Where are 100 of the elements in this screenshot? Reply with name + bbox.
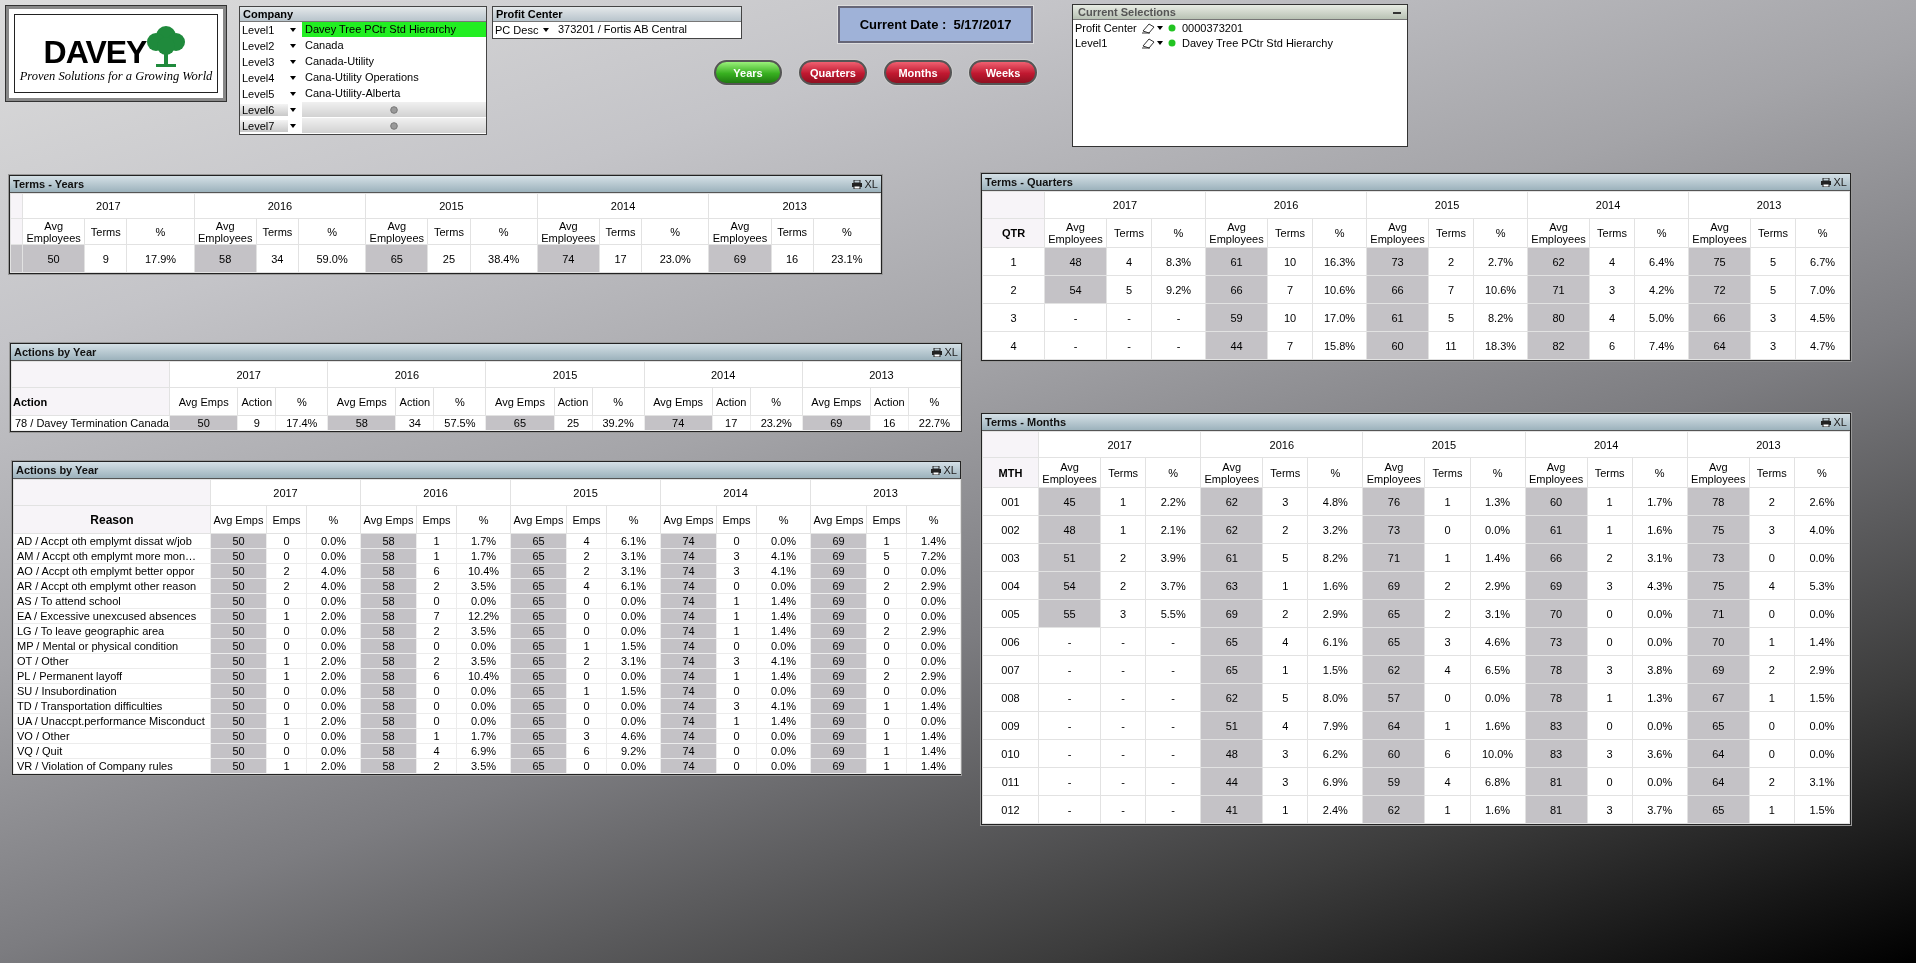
column-header: 2017: [22, 193, 195, 219]
table-cell: 72: [1688, 275, 1751, 304]
table-cell: 69: [1200, 599, 1263, 628]
empty-value-cell[interactable]: [302, 118, 486, 133]
listbox-value[interactable]: Davey Tree PCtr Std Hierarchy: [302, 22, 486, 37]
table-cell: 0.0%: [306, 743, 361, 759]
export-button[interactable]: XL: [864, 178, 878, 190]
table-cell: 6.1%: [1307, 627, 1363, 656]
column-header: 2013: [1688, 191, 1850, 219]
row-label: 001: [982, 487, 1039, 516]
column-header: 2014: [537, 193, 709, 219]
column-header: Avg Employees: [1362, 457, 1425, 488]
table-cell: 1: [266, 758, 307, 774]
table-cell: 0: [866, 593, 907, 609]
table-cell: 0.0%: [1470, 515, 1526, 544]
column-header: %: [306, 505, 361, 534]
table-cell: 55: [1038, 599, 1101, 628]
table-cell: -: [1145, 683, 1201, 712]
table-cell: 0: [566, 608, 607, 624]
table-cell: 4: [1589, 247, 1635, 276]
export-button[interactable]: XL: [1833, 416, 1847, 428]
table-cell: 7.4%: [1634, 331, 1689, 360]
table-cell: 22.7%: [908, 415, 961, 431]
table-cell: 0.0%: [906, 713, 961, 729]
table-cell: 1.7%: [1632, 487, 1688, 516]
column-header: Action: [554, 387, 593, 416]
table-cell: 0.0%: [906, 563, 961, 579]
column-header: %: [1473, 218, 1528, 248]
column-header: 2017: [1038, 431, 1201, 458]
listbox-value[interactable]: Canada-Utility: [302, 54, 486, 69]
table-cell: 0: [416, 593, 457, 609]
column-header: 2015: [510, 479, 661, 506]
table-cell: 3: [716, 548, 757, 564]
table-cell: 1: [1587, 487, 1633, 516]
table-cell: 1: [716, 623, 757, 639]
listbox-value[interactable]: 373201 / Fortis AB Central: [555, 22, 741, 37]
table-cell: 2: [1100, 543, 1146, 572]
table-cell: 6: [416, 563, 457, 579]
table-cell: 2.6%: [1794, 487, 1850, 516]
table-cell: 2.7%: [1473, 247, 1528, 276]
table-cell: 0.0%: [1632, 767, 1688, 796]
export-button[interactable]: XL: [943, 464, 957, 476]
period-button[interactable]: Quarters: [799, 60, 867, 85]
column-header: Terms: [1267, 218, 1313, 248]
export-button[interactable]: XL: [1833, 176, 1847, 188]
table-cell: 6.8%: [1470, 767, 1526, 796]
table-cell: 0.0%: [306, 698, 361, 714]
table-cell: 45: [1038, 487, 1101, 516]
table-cell: 0: [866, 638, 907, 654]
listbox-title: Profit Center: [493, 7, 741, 22]
export-button[interactable]: XL: [944, 346, 958, 358]
table-cell: 17.0%: [1312, 303, 1367, 332]
table-cell: 2: [1749, 487, 1795, 516]
table-cell: 1: [866, 698, 907, 714]
column-header: Terms: [1749, 457, 1795, 488]
table-cell: 1.4%: [1470, 543, 1526, 572]
column-header: Avg Employees: [1038, 457, 1101, 488]
table-cell: 1.4%: [756, 713, 811, 729]
table-cell: 3: [1262, 767, 1308, 796]
table-cell: 65: [1200, 655, 1263, 684]
table-cell: 80: [1527, 303, 1590, 332]
table-cell: -: [1145, 795, 1201, 824]
table-cell: 0.0%: [756, 758, 811, 774]
table-cell: 2: [1424, 571, 1470, 600]
table-cell: 57.5%: [433, 415, 486, 431]
table-cell: 62: [1200, 515, 1263, 544]
table-cell: 4: [1424, 655, 1470, 684]
table-cell: -: [1100, 795, 1146, 824]
table-cell: 0.0%: [456, 593, 511, 609]
table-cell: 0.0%: [756, 578, 811, 594]
table-cell: 2: [1749, 767, 1795, 796]
column-header: 2017: [169, 361, 328, 388]
table-cell: 0.0%: [1794, 599, 1850, 628]
period-button[interactable]: Months: [884, 60, 952, 85]
table-cell: 1: [266, 653, 307, 669]
table-cell: 25: [554, 415, 593, 431]
table-cell: 2: [866, 623, 907, 639]
row-label: VQ / Quit: [13, 743, 211, 759]
table-cell: 64: [1688, 331, 1751, 360]
empty-value-cell[interactable]: [302, 102, 486, 117]
table-cell: 2.2%: [1145, 487, 1201, 516]
listbox-value[interactable]: Cana-Utility Operations: [302, 70, 486, 85]
dropdown-arrow-icon: [543, 27, 549, 32]
column-header: %: [1794, 457, 1850, 488]
table-cell: 7.9%: [1307, 711, 1363, 740]
dropdown-arrow-icon: [1157, 25, 1163, 30]
listbox-value[interactable]: Canada: [302, 38, 486, 53]
table-cell: 0.0%: [756, 743, 811, 759]
listbox-value[interactable]: Cana-Utility-Alberta: [302, 86, 486, 101]
table-cell: 65: [1362, 599, 1425, 628]
period-button[interactable]: Weeks: [969, 60, 1037, 85]
table-cell: 1: [716, 713, 757, 729]
table-cell: 74: [537, 244, 600, 273]
table-cell: 3: [1750, 331, 1796, 360]
table-cell: 6.9%: [456, 743, 511, 759]
panel-title: Terms - Months: [985, 416, 1067, 428]
eraser-icon: [1141, 36, 1155, 49]
column-header: Terms: [1100, 457, 1146, 488]
table-cell: 4.5%: [1795, 303, 1850, 332]
column-header: MTH: [982, 457, 1039, 488]
